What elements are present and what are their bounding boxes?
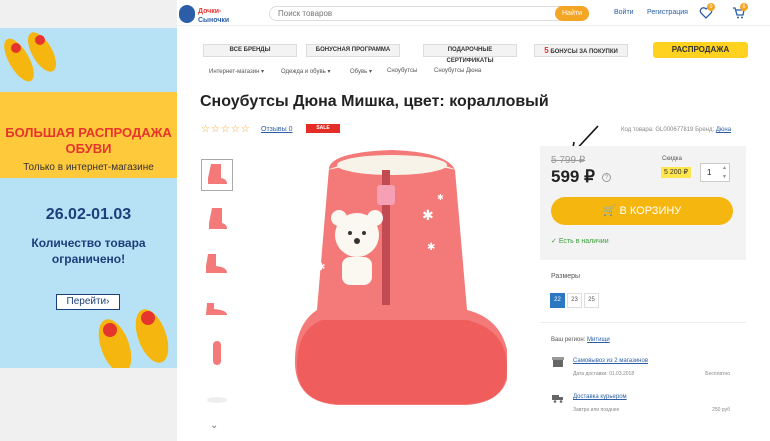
product-image[interactable]: ✱ ✱ ✱ ✱ — [277, 140, 507, 420]
cart-count-badge: 6 — [740, 3, 748, 11]
search-button[interactable]: Найти — [555, 6, 589, 21]
thumbnail[interactable] — [201, 159, 233, 191]
region-label: Ваш регион: — [551, 337, 586, 343]
site-logo[interactable]: Дочки- Сыночки — [179, 3, 257, 25]
slipper-icon — [98, 309, 169, 368]
sizes-label: Размеры — [551, 273, 581, 280]
sale-badge: SALE — [306, 124, 340, 133]
pickup-date: Дата доставки: 01.03.2018 — [573, 371, 635, 377]
breadcrumb-item[interactable]: Сноубутсы Дюна — [434, 68, 481, 74]
brand-label: Бренд: — [695, 127, 715, 133]
size-option[interactable]: 25 — [584, 293, 599, 308]
size-option[interactable]: 22 — [550, 293, 565, 308]
delivery-info: Ваш регион: Митищи Самовывоз из 2 магази… — [540, 322, 746, 422]
promo-title: БОЛЬШАЯ РАСПРОДАЖА ОБУВИ — [5, 125, 172, 156]
discount-label: Скидка — [662, 156, 682, 162]
check-circle-icon: ✓ — [551, 238, 557, 245]
price-box: 5 799 ₽ 599 ₽ ? Скидка 5 200 ₽ 1 ▲ ▼ 🛒 В… — [540, 146, 746, 260]
breadcrumb-item[interactable]: Одежда и обувь ▾ — [281, 68, 330, 75]
promo-note: Количество товара ограничено! — [31, 236, 146, 266]
discount-value: 5 200 ₽ — [661, 167, 691, 178]
svg-text:✱: ✱ — [317, 262, 325, 273]
pickup-link[interactable]: Самовывоз из 2 магазинов — [573, 358, 648, 364]
boot-thumbnail-image — [213, 341, 221, 365]
in-stock-label: Есть в наличии — [558, 238, 609, 245]
cart-icon: 🛒 — [602, 205, 617, 217]
old-price: 5 799 ₽ — [551, 155, 586, 166]
promo-subtitle: Только в интернет-магазине — [23, 162, 154, 173]
svg-text:Дочки-: Дочки- — [198, 8, 222, 15]
thumbnail[interactable] — [201, 293, 233, 325]
boot-thumbnail-image — [209, 208, 227, 229]
fav-count-badge: 0 — [707, 3, 715, 11]
chevron-down-icon[interactable]: ⌄ — [210, 420, 218, 431]
chevron-up-icon[interactable]: ▲ — [722, 165, 727, 171]
quantity-stepper[interactable]: 1 ▲ ▼ — [700, 163, 730, 182]
register-link[interactable]: Регистрация — [647, 9, 688, 16]
quantity-value[interactable]: 1 — [707, 168, 711, 177]
price-info-icon[interactable]: ? — [602, 173, 611, 182]
search-input[interactable] — [278, 9, 538, 18]
add-to-cart-label: В КОРЗИНУ — [619, 205, 682, 217]
store-icon — [552, 357, 564, 367]
size-option[interactable]: 23 — [567, 293, 582, 308]
nav-bonus-purchases-label: БОНУСЫ ЗА ПОКУПКИ — [550, 49, 618, 55]
pickup-price: Бесплатно — [705, 371, 730, 377]
chevron-down-icon[interactable]: ▼ — [722, 174, 727, 180]
product-page: Дочки- Сыночки Найти Войти Регистрация 0… — [177, 0, 770, 441]
product-title: Сноубутсы Дюна Мишка, цвет: коралловый — [200, 93, 549, 110]
thumbnail[interactable] — [201, 337, 233, 369]
current-price: 599 ₽ — [551, 167, 595, 186]
svg-text:Сыночки: Сыночки — [198, 17, 229, 24]
boot-thumbnail-image — [207, 397, 227, 403]
brand-link[interactable]: Дюна — [716, 127, 731, 133]
boot-thumbnail-image — [206, 303, 227, 315]
search-bar: Найти — [269, 6, 589, 21]
product-code-label: Код товара: GL000677819 — [621, 127, 694, 133]
thumbnail[interactable] — [201, 381, 233, 413]
courier-price: 250 руб — [712, 407, 730, 413]
boot-thumbnail-image — [206, 254, 227, 273]
thumbnail[interactable] — [201, 248, 233, 280]
add-to-cart-button[interactable]: 🛒 В КОРЗИНУ — [551, 197, 733, 225]
breadcrumb-item[interactable]: Обувь ▾ — [350, 68, 372, 75]
bonus-5-icon: 5 — [544, 46, 549, 55]
slipper-icon — [4, 32, 56, 82]
rating-stars[interactable]: ☆☆☆☆☆ — [201, 124, 251, 135]
svg-text:✱: ✱ — [427, 242, 435, 253]
promo-dates: 26.02-01.03 — [45, 206, 132, 223]
product-code: Код товара: GL000677819 Бренд: Дюна — [621, 127, 731, 133]
in-stock-status: ✓ Есть в наличии — [551, 237, 609, 245]
nav-sale-button[interactable]: РАСПРОДАЖА — [653, 42, 748, 58]
nav-bonus-program[interactable]: БОНУСНАЯ ПРОГРАММА — [306, 44, 400, 57]
boot-thumbnail-image — [208, 164, 227, 184]
nav-all-brands[interactable]: ВСЕ БРЕНДЫ — [203, 44, 297, 57]
breadcrumb-item[interactable]: Сноубутсы — [387, 68, 417, 74]
region: Ваш регион: Митищи — [551, 337, 610, 343]
courier-date: Завтра или позднее — [573, 407, 620, 413]
top-bar: Дочки- Сыночки Найти Войти Регистрация 0… — [177, 0, 770, 26]
nav-bonus-purchases[interactable]: 5 БОНУСЫ ЗА ПОКУПКИ — [534, 44, 628, 57]
truck-icon — [552, 395, 563, 403]
login-link[interactable]: Войти — [614, 9, 634, 16]
thumbnail[interactable] — [201, 203, 233, 235]
promo-banner[interactable]: БОЛЬШАЯ РАСПРОДАЖА ОБУВИ Только в интерн… — [0, 28, 177, 368]
reviews-link[interactable]: Отзывы 0 — [261, 126, 292, 133]
nav-gift-cards[interactable]: ПОДАРОЧНЫЕ СЕРТИФИКАТЫ — [423, 44, 517, 64]
courier-link[interactable]: Доставка курьером — [573, 394, 627, 400]
svg-text:✱: ✱ — [422, 207, 434, 223]
region-link[interactable]: Митищи — [587, 337, 610, 343]
breadcrumb-item[interactable]: Интернет-магазин ▾ — [209, 68, 264, 75]
svg-text:✱: ✱ — [437, 193, 444, 202]
